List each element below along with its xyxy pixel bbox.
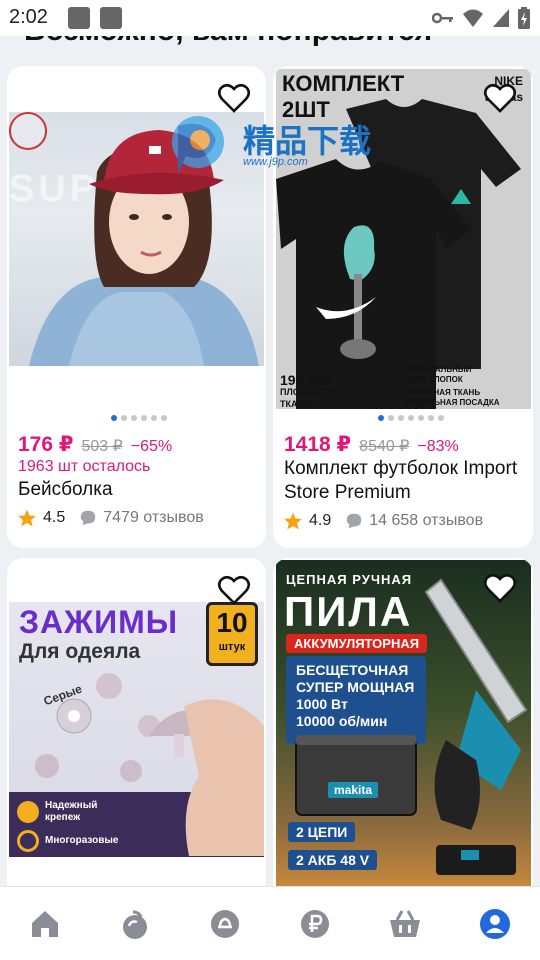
review-count: 7479 отзывов [103, 509, 204, 526]
star-icon [18, 509, 36, 527]
discount: −65% [130, 438, 173, 455]
carousel-dot [121, 415, 127, 421]
rating-row: 4.9 14 658 отзывов [283, 511, 483, 531]
nav-catalog[interactable] [115, 904, 155, 944]
nav-cart[interactable] [385, 904, 425, 944]
watermark-logo-icon [172, 116, 224, 174]
promo-icon [211, 909, 239, 938]
product-card[interactable]: ЗАЖИМЫ Для одеяла 10 штук Серые Надежный… [7, 558, 266, 898]
favorite-heart-icon[interactable] [216, 572, 252, 608]
product-title[interactable]: Комплект футболок Import Store Premium [284, 457, 524, 505]
brand-logo-badge [9, 112, 47, 150]
profile-icon [480, 908, 510, 939]
feature1-line1: Надежный [45, 800, 98, 811]
watermark: 精品下载 www.j9p.com [168, 110, 393, 180]
key-icon [432, 12, 453, 24]
nav-home[interactable] [25, 904, 65, 944]
price-row: 176 ₽ 503 ₽ −65% [18, 432, 172, 457]
feature1-line2: крепеж [45, 812, 81, 823]
review-count: 14 658 отзывов [369, 512, 484, 529]
feature-item: Многоразовые [17, 830, 119, 852]
notification-icon [100, 7, 122, 29]
feature1-line1: ПРЕМИАЛЬНЫЙ [406, 365, 472, 374]
carousel-dot [151, 415, 157, 421]
carousel-dot [388, 415, 394, 421]
carousel-dot [398, 415, 404, 421]
feature-badges: ПРЕМИАЛЬНЫЙ 100% ХЛОПОК ПРИЯТНАЯ ТКАНЬ И… [406, 365, 500, 408]
rating-value: 4.9 [309, 512, 332, 529]
stock-left: 1963 шт осталось [18, 458, 151, 475]
product-image[interactable]: ЗАЖИМЫ Для одеяла 10 штук Серые Надежный… [9, 602, 264, 857]
home-icon [32, 910, 58, 937]
price: 176 ₽ [18, 433, 74, 456]
status-icons [432, 7, 530, 29]
quantity-badge-unit: штук [218, 641, 246, 653]
old-price: 503 ₽ [81, 438, 123, 455]
carousel-dot [378, 415, 384, 421]
product-title[interactable]: Бейсболка [18, 478, 258, 502]
image-headline-line1: КОМПЛЕКТ [282, 71, 405, 96]
density-label: 190 г/м² ПЛОТНОСТЬ ТКАНИ [280, 372, 338, 409]
carousel-dot [428, 415, 434, 421]
carousel-dot [141, 415, 147, 421]
battery-label: 2 АКБ 48 V [288, 850, 378, 870]
price-row: 1418 ₽ 8540 ₽ −83% [284, 432, 459, 457]
comment-icon [347, 513, 362, 529]
cart-basket-icon [390, 909, 420, 937]
battery-icon [518, 7, 530, 29]
signal-icon [493, 9, 509, 27]
quantity-badge-number: 10 [216, 607, 248, 638]
product-image[interactable]: ЦЕПНАЯ РУЧНАЯ ПИЛА АККУМУЛЯТОРНАЯ БЕСЩЕТ… [276, 560, 531, 890]
favorite-heart-icon[interactable] [482, 570, 518, 606]
nav-promo[interactable] [205, 904, 245, 944]
nav-finance[interactable] [295, 904, 335, 944]
status-bar: 2:02 [0, 0, 540, 36]
ruble-icon [301, 909, 329, 938]
density-value: 190 г/м² [280, 372, 332, 388]
carousel-dot [131, 415, 137, 421]
image-carousel-dots [111, 415, 167, 421]
image-subtitle: Для одеяла [19, 640, 141, 663]
feature2-line1: ПРИЯТНАЯ ТКАНЬ [406, 388, 481, 397]
bottom-navigation [0, 886, 540, 960]
notification-icon [68, 7, 90, 29]
quantity-badge: 10 штук [206, 602, 258, 666]
carousel-dot [161, 415, 167, 421]
link-icon [17, 801, 39, 823]
feature2-text: Многоразовые [45, 835, 119, 846]
chains-label: 2 ЦЕПИ [288, 822, 356, 842]
feature-list: Надежный крепеж Многоразовые [17, 800, 119, 852]
carousel-dot [418, 415, 424, 421]
image-carousel-dots [378, 415, 444, 421]
wifi-icon [463, 9, 483, 27]
density-label-1: ПЛОТНОСТЬ [280, 387, 338, 397]
feature-item: Надежный крепеж [17, 800, 119, 824]
image-title: ЗАЖИМЫ [19, 604, 179, 640]
nav-profile[interactable] [475, 904, 515, 944]
discount: −83% [417, 438, 459, 455]
watermark-url: www.j9p.com [243, 156, 308, 168]
old-price: 8540 ₽ [359, 438, 410, 455]
catalog-icon [123, 910, 147, 939]
product-card[interactable]: ЦЕПНАЯ РУЧНАЯ ПИЛА АККУМУЛЯТОРНАЯ БЕСЩЕТ… [273, 558, 533, 898]
comment-icon [81, 510, 96, 526]
carousel-dot [111, 415, 117, 421]
star-icon [284, 512, 302, 530]
favorite-heart-icon[interactable] [482, 80, 518, 116]
carousel-dot [438, 415, 444, 421]
brand-label: makita [328, 782, 379, 798]
carousel-dot [408, 415, 414, 421]
feature1-line2: 100% ХЛОПОК [406, 375, 463, 384]
rating-value: 4.5 [43, 509, 66, 526]
density-label-2: ТКАНИ [280, 399, 311, 409]
feature2-line2: ИДЕАЛЬНАЯ ПОСАДКА [406, 398, 500, 407]
rating-row: 4.5 7479 отзывов [17, 508, 204, 528]
price: 1418 ₽ [284, 433, 352, 456]
status-time: 2:02 [9, 6, 48, 28]
reuse-icon [17, 830, 39, 852]
